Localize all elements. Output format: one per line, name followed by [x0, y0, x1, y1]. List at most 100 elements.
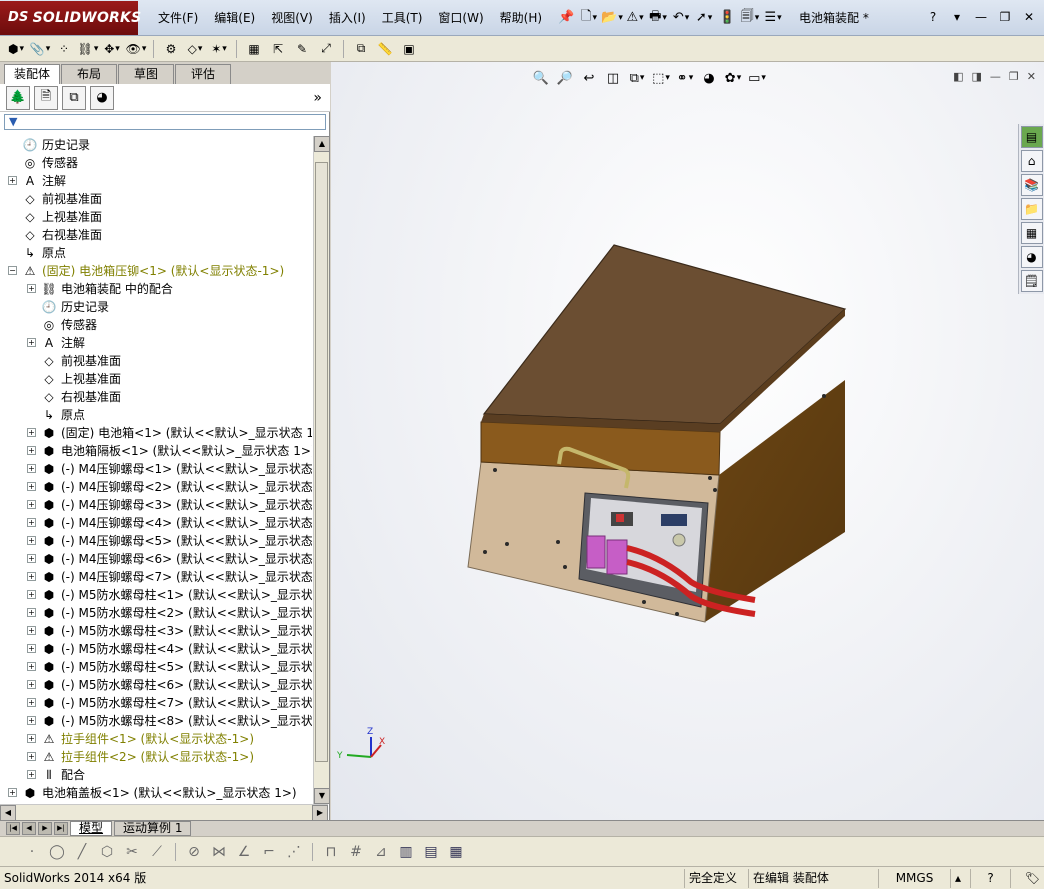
- chevron-right-icon[interactable]: »: [313, 90, 322, 106]
- dimension-icon[interactable]: ⊓: [321, 842, 341, 862]
- tab-assembly[interactable]: 装配体: [4, 64, 60, 84]
- tree-row[interactable]: + ⬢ (-) M4压铆螺母<1> (默认<<默认>_显示状态 1>): [0, 460, 312, 478]
- interference-icon[interactable]: ⧉: [351, 39, 371, 59]
- help-status-icon[interactable]: ?: [970, 868, 1010, 888]
- offset-icon[interactable]: ⊘: [184, 842, 204, 862]
- print-icon[interactable]: 🖶: [648, 8, 668, 28]
- angle-icon[interactable]: ∠: [234, 842, 254, 862]
- construction-icon[interactable]: ⋰: [284, 842, 304, 862]
- tree-row[interactable]: + ⬢ 电池箱隔板<1> (默认<<默认>_显示状态 1>): [0, 442, 312, 460]
- tree-row[interactable]: + ⚠ 拉手组件<1> (默认<显示状态-1>): [0, 730, 312, 748]
- tree-row[interactable]: ◇ 上视基准面: [0, 208, 312, 226]
- corner-icon[interactable]: ⌐: [259, 842, 279, 862]
- show-hidden-icon[interactable]: 👁: [126, 39, 146, 59]
- circle-icon[interactable]: ◯: [47, 842, 67, 862]
- extend-icon[interactable]: ⟋: [147, 842, 167, 862]
- tab-layout[interactable]: 布局: [61, 64, 117, 84]
- tab-evaluate[interactable]: 评估: [175, 64, 231, 84]
- expand-icon[interactable]: +: [8, 788, 17, 797]
- layout-table-icon[interactable]: ▦: [446, 842, 466, 862]
- expand-icon[interactable]: +: [27, 554, 36, 563]
- expand-icon[interactable]: +: [27, 464, 36, 473]
- tab-sketch[interactable]: 草图: [118, 64, 174, 84]
- menu-file[interactable]: 文件(F): [150, 0, 206, 36]
- tree-row[interactable]: + ⬢ (-) M4压铆螺母<3> (默认<<默认>_显示状态 1>): [0, 496, 312, 514]
- tree-row[interactable]: + ⬢ (-) M5防水螺母柱<5> (默认<<默认>_显示状态 1>): [0, 658, 312, 676]
- tree-horizontal-scrollbar[interactable]: ◀ ▶: [0, 804, 328, 821]
- scroll-up-icon[interactable]: ▲: [314, 136, 330, 152]
- instant3d-icon[interactable]: ⤢: [316, 39, 336, 59]
- expand-icon[interactable]: +: [27, 698, 36, 707]
- property-manager-icon[interactable]: 🗎: [34, 85, 58, 110]
- scroll-right-icon[interactable]: ▶: [312, 804, 328, 821]
- tree-row[interactable]: + ⬢ (-) M4压铆螺母<6> (默认<<默认>_显示状态 1>): [0, 550, 312, 568]
- tree-row[interactable]: ◇ 上视基准面: [0, 370, 312, 388]
- expand-icon[interactable]: +: [27, 284, 36, 293]
- tree-row[interactable]: + ⬢ (-) M4压铆螺母<2> (默认<<默认>_显示状态 1>): [0, 478, 312, 496]
- point-icon[interactable]: ·: [22, 842, 42, 862]
- menu-tools[interactable]: 工具(T): [374, 0, 431, 36]
- table-icon[interactable]: ▤: [421, 842, 441, 862]
- expand-icon[interactable]: +: [27, 536, 36, 545]
- expand-icon[interactable]: +: [27, 500, 36, 509]
- exploded-view-icon[interactable]: ⇱: [268, 39, 288, 59]
- select-icon[interactable]: ➚: [694, 8, 714, 28]
- tree-row[interactable]: 🕘 历史记录: [0, 298, 312, 316]
- expand-icon[interactable]: +: [27, 518, 36, 527]
- nav-first-icon[interactable]: |◀: [6, 822, 20, 835]
- graphics-area[interactable]: 🔍 🔎 ↩ ◫ ⧉ ⬚ ⚭ ◕ ✿ ▭ ◧ ◨ — ❐ ✕ ▤ ⌂ 📚 📁 ▦ …: [331, 62, 1044, 820]
- units-status[interactable]: MMGS: [878, 868, 950, 888]
- tree-row[interactable]: ↳ 原点: [0, 406, 312, 424]
- linear-pattern-icon[interactable]: ⁘: [54, 39, 74, 59]
- tree-row[interactable]: + ⬢ 电池箱盖板<1> (默认<<默认>_显示状态 1>): [0, 784, 312, 802]
- feature-tree-icon[interactable]: 🌲: [6, 85, 30, 110]
- trim-icon[interactable]: ✂: [122, 842, 142, 862]
- tree-filter-field[interactable]: ▼: [4, 114, 326, 130]
- scroll-down-icon[interactable]: ▼: [314, 788, 330, 804]
- reference-geometry-icon[interactable]: ◇: [185, 39, 205, 59]
- chevron-down-icon[interactable]: ▾: [948, 8, 966, 26]
- units-chevron-icon[interactable]: ▴: [950, 868, 970, 888]
- tree-row[interactable]: + ⚠ 拉手组件<2> (默认<显示状态-1>): [0, 748, 312, 766]
- menu-window[interactable]: 窗口(W): [430, 0, 491, 36]
- expand-icon[interactable]: +: [27, 482, 36, 491]
- tree-row[interactable]: + ⬢ (-) M5防水螺母柱<7> (默认<<默认>_显示状态 1>): [0, 694, 312, 712]
- tab-model[interactable]: 模型: [70, 821, 113, 836]
- tag-icon[interactable]: 🏷: [1010, 868, 1044, 888]
- tree-row[interactable]: 🕘 历史记录: [0, 136, 312, 154]
- expand-icon[interactable]: +: [27, 770, 36, 779]
- expand-icon[interactable]: +: [27, 680, 36, 689]
- expand-icon[interactable]: +: [27, 338, 36, 347]
- tree-row[interactable]: + ⬢ (-) M5防水螺母柱<4> (默认<<默认>_显示状态 1>): [0, 640, 312, 658]
- menu-view[interactable]: 视图(V): [263, 0, 321, 36]
- display-manager-icon[interactable]: ◕: [90, 85, 114, 110]
- mirror-icon[interactable]: ⋈: [209, 842, 229, 862]
- explode-line-icon[interactable]: ✎: [292, 39, 312, 59]
- expand-icon[interactable]: +: [27, 752, 36, 761]
- tree-row[interactable]: + ⬢ (-) M4压铆螺母<7> (默认<<默认>_显示状态 1>): [0, 568, 312, 586]
- expand-icon[interactable]: +: [27, 446, 36, 455]
- tree-row[interactable]: ◇ 前视基准面: [0, 352, 312, 370]
- expand-icon[interactable]: +: [8, 176, 17, 185]
- nav-next-icon[interactable]: ▶: [38, 822, 52, 835]
- tree-row[interactable]: ◇ 右视基准面: [0, 388, 312, 406]
- insert-component-icon[interactable]: ⬢: [6, 39, 26, 59]
- nav-prev-icon[interactable]: ◀: [22, 822, 36, 835]
- nav-last-icon[interactable]: ▶|: [54, 822, 68, 835]
- close-icon[interactable]: ✕: [1020, 8, 1038, 26]
- expand-icon[interactable]: +: [27, 626, 36, 635]
- menu-insert[interactable]: 插入(I): [321, 0, 374, 36]
- tree-row[interactable]: ◇ 右视基准面: [0, 226, 312, 244]
- grid-icon[interactable]: #: [346, 842, 366, 862]
- expand-icon[interactable]: +: [27, 428, 36, 437]
- menu-help[interactable]: 帮助(H): [492, 0, 550, 36]
- new-motion-study-icon[interactable]: ✶: [209, 39, 229, 59]
- assembly-features-icon[interactable]: ⚙: [161, 39, 181, 59]
- move-component-icon[interactable]: ✥: [102, 39, 122, 59]
- new-icon[interactable]: 🗋: [579, 8, 599, 28]
- tree-row[interactable]: + ⬢ (-) M4压铆螺母<5> (默认<<默认>_显示状态 1>): [0, 532, 312, 550]
- collapse-icon[interactable]: −: [8, 266, 17, 275]
- tree-row[interactable]: ◎ 传感器: [0, 316, 312, 334]
- tree-row[interactable]: ◎ 传感器: [0, 154, 312, 172]
- expand-icon[interactable]: +: [27, 716, 36, 725]
